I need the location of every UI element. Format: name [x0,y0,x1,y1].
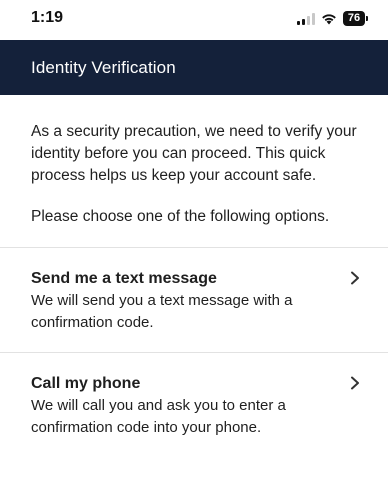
option-title: Send me a text message [31,270,217,287]
option-description: We will call you and ask you to enter a … [31,397,286,436]
app-header: Identity Verification [0,40,388,95]
intro-section: As a security precaution, we need to ver… [0,95,388,228]
battery-icon: 76 [343,11,368,26]
option-title: Call my phone [31,375,141,392]
status-time: 1:19 [31,9,64,26]
status-bar: 1:19 76 [0,0,388,40]
intro-paragraph: As a security precaution, we need to ver… [31,123,357,184]
instruction-text: Please choose one of the following optio… [31,208,330,225]
status-icons: 76 [297,11,368,26]
option-description: We will send you a text message with a c… [31,292,293,331]
option-call-phone[interactable]: Call my phone We will call you and ask y… [0,353,388,457]
chevron-right-icon [351,376,359,390]
option-text-message[interactable]: Send me a text message We will send you … [0,248,388,352]
wifi-icon [321,13,337,25]
page-title: Identity Verification [31,57,176,77]
cellular-signal-icon [297,12,315,25]
chevron-right-icon [351,271,359,285]
battery-level: 76 [343,11,365,26]
